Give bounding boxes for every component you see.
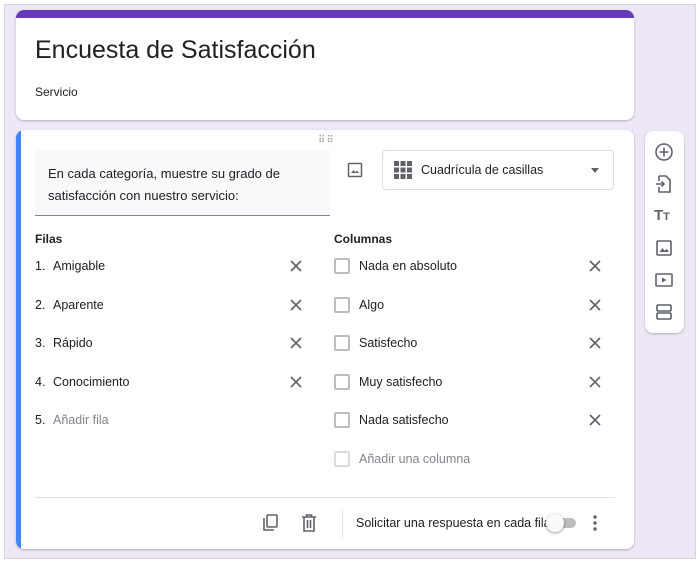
question-type-label: Cuadrícula de casillas xyxy=(421,163,544,177)
column-checkbox xyxy=(334,335,350,351)
grid-row-item[interactable]: 4. Conocimiento xyxy=(35,372,129,392)
remove-column-icon[interactable] xyxy=(588,413,602,427)
footer-divider xyxy=(35,497,615,498)
import-questions-icon[interactable] xyxy=(654,174,674,194)
add-question-icon[interactable] xyxy=(654,142,674,162)
row-number: 4. xyxy=(35,374,46,389)
grid-row-item[interactable]: 1. Amigable xyxy=(35,256,105,276)
question-title-input[interactable]: En cada categoría, muestre su grado de s… xyxy=(35,150,330,216)
row-number: 3. xyxy=(35,336,46,350)
side-toolbar: TT xyxy=(645,131,684,333)
add-row-number: 5. xyxy=(35,413,46,427)
add-title-icon[interactable]: TT xyxy=(654,206,674,226)
rows-header: Filas xyxy=(35,232,63,246)
grid-column-item[interactable]: Nada satisfecho xyxy=(359,410,449,430)
column-checkbox xyxy=(334,412,350,428)
row-label: Amigable xyxy=(53,259,106,273)
row-label: Conocimiento xyxy=(53,374,130,389)
add-section-icon[interactable] xyxy=(654,302,674,322)
remove-row-icon[interactable] xyxy=(289,336,303,350)
row-number: 1. xyxy=(35,259,46,273)
active-indicator xyxy=(16,130,21,549)
add-image-icon[interactable] xyxy=(347,162,363,183)
row-label: Rápido xyxy=(53,336,93,350)
grid-row-item[interactable]: 3. Rápido xyxy=(35,333,93,353)
grid-column-item[interactable]: Nada en absoluto xyxy=(359,256,457,276)
columns-header: Columnas xyxy=(334,232,393,246)
add-column[interactable]: Añadir una columna xyxy=(359,449,470,469)
remove-column-icon[interactable] xyxy=(588,298,602,312)
grid-column-item[interactable]: Satisfecho xyxy=(359,333,417,353)
add-video-icon[interactable] xyxy=(654,270,674,290)
header-color-bar xyxy=(16,10,634,18)
row-label: Aparente xyxy=(53,297,104,312)
add-row-label: Añadir fila xyxy=(53,413,109,427)
question-type-select[interactable]: Cuadrícula de casillas xyxy=(382,150,614,190)
remove-column-icon[interactable] xyxy=(588,336,602,350)
grid-icon xyxy=(394,161,412,179)
footer-separator xyxy=(342,510,343,538)
add-row[interactable]: 5. Añadir fila xyxy=(35,410,109,430)
question-card[interactable]: ⠿⠿ En cada categoría, muestre su grado d… xyxy=(16,130,634,549)
drag-handle-icon[interactable]: ⠿⠿ xyxy=(318,135,335,146)
column-checkbox xyxy=(334,296,350,313)
form-title[interactable]: Encuesta de Satisfacción xyxy=(35,36,316,65)
add-image-icon[interactable] xyxy=(654,238,674,258)
form-header-card[interactable]: Encuesta de Satisfacción Servicio xyxy=(16,10,634,120)
column-checkbox xyxy=(334,258,350,274)
form-description[interactable]: Servicio xyxy=(35,85,78,99)
delete-icon[interactable] xyxy=(301,514,317,537)
dropdown-caret-icon xyxy=(591,168,599,173)
column-checkbox xyxy=(334,373,350,390)
more-options-icon[interactable] xyxy=(591,514,599,537)
require-label: Solicitar una respuesta en cada fila xyxy=(356,516,551,530)
duplicate-icon[interactable] xyxy=(262,514,280,537)
grid-row-item[interactable]: 2. Aparente xyxy=(35,295,104,315)
remove-column-icon[interactable] xyxy=(588,259,602,273)
remove-row-icon[interactable] xyxy=(289,259,303,273)
require-toggle[interactable] xyxy=(546,514,576,532)
row-number: 2. xyxy=(35,297,46,312)
remove-row-icon[interactable] xyxy=(289,375,303,389)
add-column-checkbox xyxy=(334,451,350,467)
remove-column-icon[interactable] xyxy=(588,375,602,389)
grid-column-item[interactable]: Muy satisfecho xyxy=(359,372,442,392)
remove-row-icon[interactable] xyxy=(289,298,303,312)
grid-column-item[interactable]: Algo xyxy=(359,295,384,315)
